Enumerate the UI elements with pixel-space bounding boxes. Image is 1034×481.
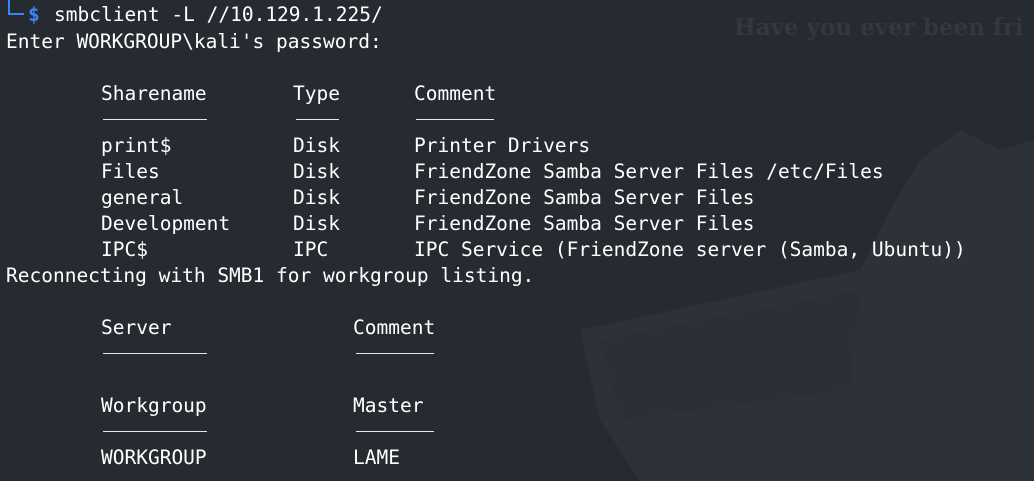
share-comment-cell: FriendZone Samba Server Files [414, 186, 755, 209]
password-prompt-line: Enter WORKGROUP\kali's password: [6, 30, 382, 53]
servers-header-underline [103, 353, 207, 354]
shares-header-underline [103, 119, 207, 120]
shares-header-type: Type [293, 82, 340, 105]
servers-header-comment: Comment [353, 316, 436, 339]
prompt-line: $ smbclient -L //10.129.1.225/ [0, 0, 600, 28]
workgroups-header-master: Master [353, 394, 424, 417]
workgroup-master-cell: LAME [353, 446, 400, 469]
background-watermark-text: Have you ever been fri [734, 14, 1024, 41]
share-type-cell: Disk [293, 212, 340, 235]
share-name-cell: Files [101, 160, 160, 183]
share-type-cell: IPC [293, 238, 329, 261]
share-name-cell: print$ [101, 134, 172, 157]
share-comment-cell: IPC Service (FriendZone server (Samba, U… [414, 238, 966, 261]
shares-header-underline [296, 119, 339, 120]
share-name-cell: general [101, 186, 184, 209]
servers-header-underline [356, 353, 434, 354]
servers-header-server: Server [101, 316, 172, 339]
shares-header-sharename: Sharename [101, 82, 207, 105]
workgroups-header-workgroup: Workgroup [101, 394, 207, 417]
command-text: smbclient -L //10.129.1.225/ [54, 3, 383, 26]
thumbs-up-watermark-icon [580, 130, 1034, 481]
share-type-cell: Disk [293, 186, 340, 209]
prompt-corner-glyph [8, 0, 24, 15]
workgroup-name-cell: WORKGROUP [101, 446, 207, 469]
reconnect-message-line: Reconnecting with SMB1 for workgroup lis… [6, 264, 535, 287]
prompt-dollar-symbol: $ [28, 3, 40, 26]
share-type-cell: Disk [293, 134, 340, 157]
share-type-cell: Disk [293, 160, 340, 183]
share-comment-cell: FriendZone Samba Server Files [414, 212, 755, 235]
share-comment-cell: Printer Drivers [414, 134, 591, 157]
share-comment-cell: FriendZone Samba Server Files /etc/Files [414, 160, 884, 183]
workgroups-header-underline [103, 431, 207, 432]
share-name-cell: IPC$ [101, 238, 148, 261]
shares-header-comment: Comment [414, 82, 497, 105]
shares-header-underline [416, 119, 494, 120]
workgroups-header-underline [356, 431, 434, 432]
share-name-cell: Development [101, 212, 231, 235]
